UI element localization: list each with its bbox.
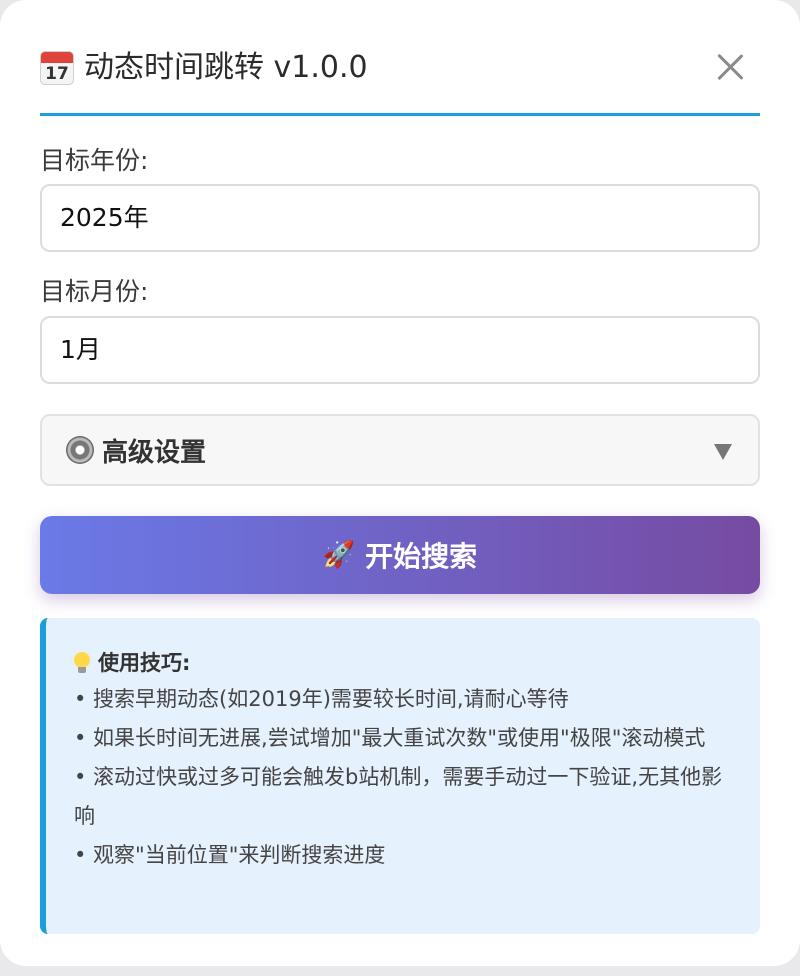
dialog-title: 动态时间跳转 v1.0.0 (84, 50, 368, 85)
tip-item: • 观察"当前位置"来判断搜索进度 (74, 843, 386, 867)
year-input[interactable]: 2025年 (40, 184, 760, 252)
calendar-icon-day: 17 (45, 64, 69, 84)
rocket-icon: 🚀 (322, 540, 356, 570)
close-icon[interactable] (714, 50, 746, 82)
start-search-label: 开始搜索 (365, 540, 478, 573)
tips-panel: 使用技巧: • 搜索早期动态(如2019年)需要较长时间,请耐心等待 • 如果长… (40, 618, 760, 934)
tips-title: 使用技巧: (98, 651, 191, 675)
tip-item: • 如果长时间无进展,尝试增加"最大重试次数"或使用"极限"滚动模式 (74, 726, 706, 750)
start-search-button[interactable]: 🚀 开始搜索 (40, 516, 760, 594)
tips-title-row: 使用技巧: (74, 646, 760, 680)
month-label: 目标月份: (40, 277, 149, 306)
lightbulb-glass (74, 652, 90, 668)
tip-item: • 搜索早期动态(如2019年)需要较长时间,请耐心等待 (74, 687, 569, 711)
year-label: 目标年份: (40, 146, 149, 175)
month-input[interactable]: 1月 (40, 316, 760, 384)
tip-item: • 滚动过快或过多可能会触发b站机制，需要手动过一下验证,无其他影响 (74, 765, 723, 828)
chevron-down-icon (714, 444, 732, 460)
calendar-icon-header (41, 52, 73, 63)
advanced-settings-toggle[interactable]: 高级设置 (40, 414, 760, 486)
lightbulb-icon (74, 652, 90, 674)
time-jump-dialog: 17 动态时间跳转 v1.0.0 目标年份: 2025年 目标月份: 1月 高级… (0, 0, 800, 966)
calendar-icon: 17 (40, 51, 74, 85)
lightbulb-base (78, 667, 86, 673)
dialog-title-row: 17 动态时间跳转 v1.0.0 (40, 48, 368, 88)
gear-icon (66, 436, 94, 464)
dialog-header: 17 动态时间跳转 v1.0.0 (40, 40, 760, 116)
advanced-settings-label: 高级设置 (102, 437, 207, 468)
